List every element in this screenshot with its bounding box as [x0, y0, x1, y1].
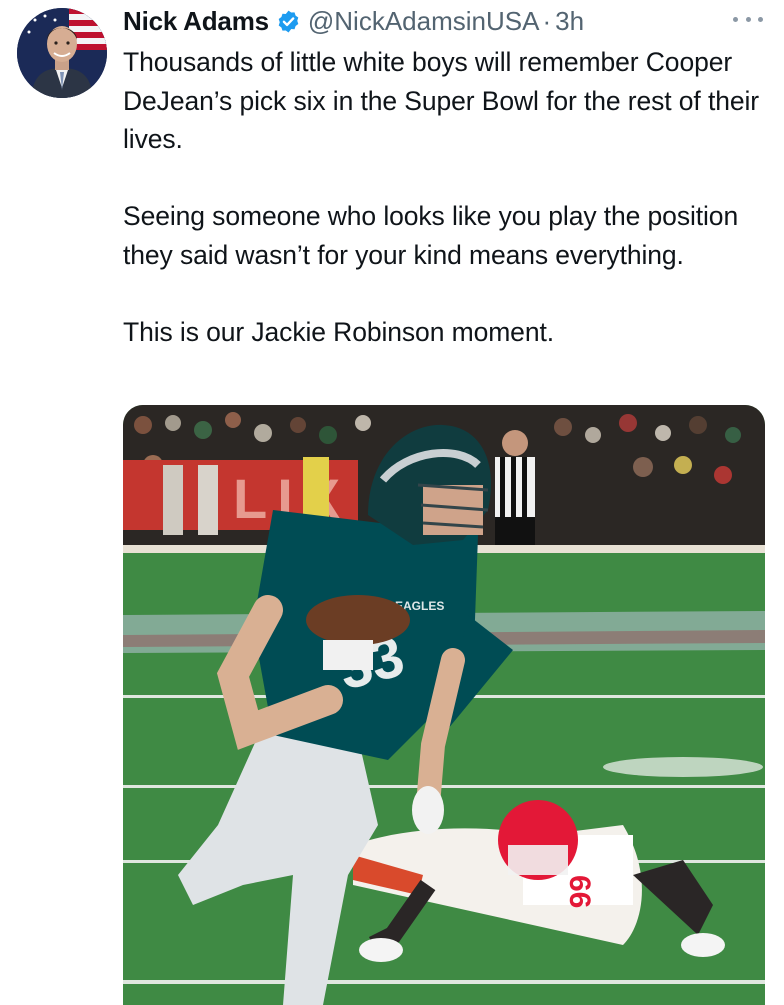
- avatar-photo: [17, 8, 107, 98]
- tweet-timestamp[interactable]: 3h: [555, 6, 584, 37]
- tweet-paragraph: Seeing someone who looks like you play t…: [123, 201, 739, 270]
- tweet-paragraph: Thousands of little white boys will reme…: [123, 47, 760, 154]
- author-avatar[interactable]: [17, 8, 107, 98]
- tweet-header: Nick Adams @NickAdamsinUSA · 3h: [123, 3, 584, 39]
- verified-badge-icon: [276, 9, 301, 34]
- opponent-number-text: 66: [563, 875, 596, 908]
- more-options-icon[interactable]: [733, 12, 763, 26]
- tweet-body: Thousands of little white boys will reme…: [123, 43, 763, 351]
- tweet-photo[interactable]: LIX 66 EAGLES: [123, 405, 765, 1005]
- separator-dot: ·: [542, 5, 552, 36]
- author-name[interactable]: Nick Adams: [123, 6, 269, 37]
- football-photo: LIX 66 EAGLES: [123, 405, 765, 1005]
- author-handle[interactable]: @NickAdamsinUSA: [308, 6, 540, 37]
- tweet-paragraph: This is our Jackie Robinson moment.: [123, 316, 554, 347]
